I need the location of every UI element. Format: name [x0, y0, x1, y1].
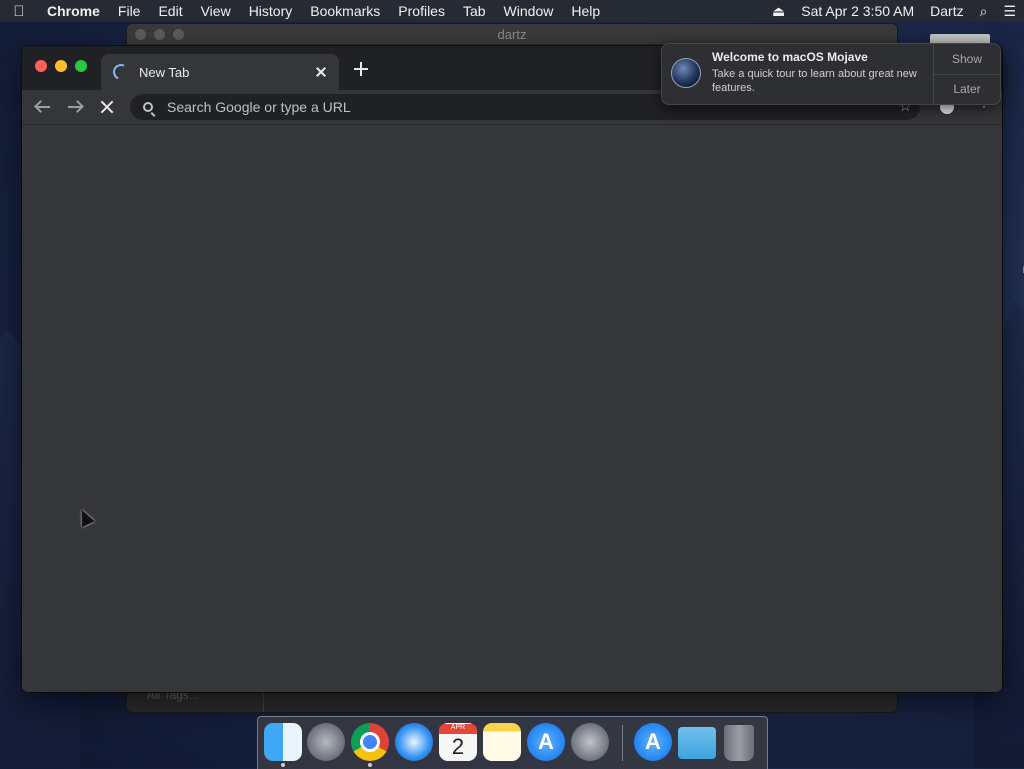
notes-icon[interactable]	[483, 723, 521, 761]
search-icon	[143, 102, 153, 112]
app-store-downloads-icon[interactable]: A	[634, 723, 672, 761]
menu-view[interactable]: View	[192, 0, 240, 22]
forward-button[interactable]	[66, 98, 84, 116]
clock[interactable]: Sat Apr 2 3:50 AM	[793, 3, 922, 19]
background-window-title: dartz	[497, 26, 527, 42]
chrome-running-indicator	[368, 763, 372, 767]
menu-help[interactable]: Help	[562, 0, 609, 22]
chrome-icon[interactable]	[351, 723, 389, 761]
tab-title: New Tab	[139, 64, 190, 80]
notification-later-button[interactable]: Later	[934, 73, 1000, 105]
app-store-icon[interactable]: A	[527, 723, 565, 761]
minimize-window-button[interactable]	[55, 60, 67, 72]
menu-history[interactable]: History	[240, 0, 302, 22]
dock: APR 2 A A	[257, 716, 768, 769]
new-tab-button[interactable]	[354, 62, 368, 76]
back-button[interactable]	[34, 98, 52, 116]
stop-loading-button[interactable]	[98, 98, 116, 116]
back-arrow-icon	[36, 106, 50, 108]
tab-close-icon[interactable]	[313, 64, 329, 80]
notification-center-icon[interactable]: ☰	[995, 3, 1024, 20]
safari-icon[interactable]	[395, 723, 433, 761]
menu-window[interactable]: Window	[495, 0, 563, 22]
eject-icon[interactable]: ⏏	[764, 3, 793, 20]
notification-text: Welcome to macOS Mojave Take a quick tou…	[712, 50, 927, 104]
zoom-window-button[interactable]	[75, 60, 87, 72]
trash-icon[interactable]	[724, 725, 754, 761]
calendar-icon[interactable]: APR 2	[439, 723, 477, 761]
notification-body: Take a quick tour to learn about great n…	[712, 68, 917, 94]
finder-icon[interactable]	[264, 723, 302, 761]
page-content[interactable]	[22, 125, 1002, 692]
status-menus: ⏏ Sat Apr 2 3:50 AM Dartz ⌕ ☰	[764, 3, 1024, 20]
macos-mojave-icon	[671, 58, 701, 88]
notification-show-button[interactable]: Show	[934, 44, 1000, 74]
spotlight-search-icon[interactable]: ⌕	[972, 3, 996, 20]
notification-title: Welcome to macOS Mojave	[712, 50, 868, 64]
menu-edit[interactable]: Edit	[149, 0, 191, 22]
menu-bookmarks[interactable]: Bookmarks	[301, 0, 389, 22]
finder-running-indicator	[281, 763, 285, 767]
background-window-titlebar[interactable]: dartz	[127, 24, 897, 44]
forward-arrow-icon	[68, 106, 82, 108]
loading-spinner-icon	[110, 61, 132, 83]
user-menu[interactable]: Dartz	[922, 3, 971, 19]
system-preferences-icon[interactable]	[571, 723, 609, 761]
dock-separator	[622, 725, 623, 761]
downloads-folder-icon[interactable]	[678, 727, 716, 759]
notification-actions: Show Later	[933, 44, 1000, 104]
calendar-day: 2	[451, 734, 465, 759]
menu-app-name[interactable]: Chrome	[38, 0, 109, 22]
menu-file[interactable]: File	[109, 0, 150, 22]
calendar-month: APR	[439, 724, 477, 734]
close-window-button[interactable]	[35, 60, 47, 72]
apple-menu-icon[interactable]: 	[0, 3, 38, 20]
menu-profiles[interactable]: Profiles	[389, 0, 454, 22]
menu-tab[interactable]: Tab	[454, 0, 495, 22]
mojave-welcome-notification[interactable]: Welcome to macOS Mojave Take a quick tou…	[661, 43, 1001, 105]
menu-bar:  Chrome File Edit View History Bookmark…	[0, 0, 1024, 22]
launchpad-icon[interactable]	[307, 723, 345, 761]
tab-new-tab[interactable]: New Tab	[101, 54, 339, 90]
chrome-window: New Tab ☆ ⋮	[22, 46, 1002, 692]
